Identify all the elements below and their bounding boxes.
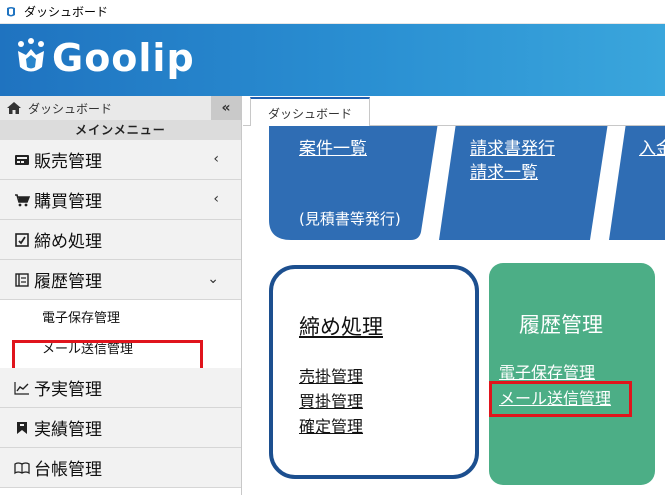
closing-card-title[interactable]: 締め処理 <box>299 311 383 341</box>
sidebar-item-label: 履歴管理 <box>34 272 102 292</box>
register-icon <box>15 154 29 165</box>
app-icon <box>7 6 15 16</box>
sidebar-item-label: 実績管理 <box>34 420 102 440</box>
chevron-left-icon: ‹ <box>213 151 219 167</box>
chevron-down-icon: ⌄ <box>207 271 219 287</box>
chevron-left-icon: ‹ <box>213 191 219 207</box>
sidebar-subitem-e-storage[interactable]: 電子保存管理 <box>0 300 241 332</box>
window-titlebar: ダッシュボード <box>0 0 665 24</box>
cart-icon <box>15 193 30 206</box>
sidebar-item-label: 台帳管理 <box>34 460 102 480</box>
window-title: ダッシュボード <box>24 5 109 19</box>
highlight-box <box>489 381 632 417</box>
logo-text: Goolip <box>52 36 195 80</box>
sidebar-item-sales[interactable]: 販売管理 ‹ <box>0 140 241 180</box>
highlight-box <box>12 340 203 371</box>
sidebar-item-history[interactable]: 履歴管理 ⌄ <box>0 260 241 300</box>
quick-nav-tiles: 案件一覧 (見積書等発行) 請求書発行 請求一覧 入金 <box>269 126 665 250</box>
history-card-title: 履歴管理 <box>519 313 603 337</box>
link-payment[interactable]: 入金 <box>639 134 665 159</box>
sidebar-item-label: 締め処理 <box>34 232 102 252</box>
tab-bar: ダッシュボード <box>243 96 665 127</box>
history-card: 履歴管理 電子保存管理 メール送信管理 <box>489 263 655 485</box>
ledger-icon <box>15 272 29 287</box>
link-payables[interactable]: 買掛管理 <box>299 388 363 412</box>
link-receivables[interactable]: 売掛管理 <box>299 363 363 387</box>
sidebar: ダッシュボード « メインメニュー 販売管理 ‹ 購買管理 ‹ 締め処理 履歴管… <box>0 96 242 495</box>
link-invoice-issue[interactable]: 請求書発行 <box>470 134 555 159</box>
line-chart-icon <box>14 381 29 395</box>
logo[interactable]: Goolip <box>14 38 195 78</box>
sidebar-item-budget[interactable]: 予実管理 <box>0 368 241 408</box>
breadcrumb[interactable]: ダッシュボード « <box>0 96 241 120</box>
app-header: Goolip <box>0 24 665 96</box>
sidebar-subitem-label: 電子保存管理 <box>42 310 121 326</box>
bookmark-icon <box>17 421 27 434</box>
checkbox-icon <box>15 232 29 247</box>
sidebar-item-ledger[interactable]: 台帳管理 <box>0 448 241 488</box>
closing-card: 締め処理 売掛管理 買掛管理 確定管理 <box>269 265 479 479</box>
tulip-logo-icon <box>18 38 44 72</box>
tab-dashboard[interactable]: ダッシュボード <box>250 97 370 127</box>
sidebar-item-closing[interactable]: 締め処理 <box>0 220 241 260</box>
collapse-sidebar-button[interactable]: « <box>211 96 241 120</box>
sidebar-item-results[interactable]: 実績管理 <box>0 408 241 448</box>
link-e-storage[interactable]: 電子保存管理 <box>499 359 595 383</box>
sidebar-item-label: 販売管理 <box>34 152 102 172</box>
dashboard-content: 案件一覧 (見積書等発行) 請求書発行 請求一覧 入金 締め処理 売掛管理 買掛… <box>243 126 665 495</box>
sidebar-item-label: 購買管理 <box>34 192 102 212</box>
main-menu-title: メインメニュー <box>0 120 241 140</box>
book-icon <box>14 461 30 474</box>
link-project-list[interactable]: 案件一覧 <box>299 134 367 159</box>
sidebar-item-label: 予実管理 <box>34 380 102 400</box>
link-invoice-list[interactable]: 請求一覧 <box>470 158 538 183</box>
link-confirmation[interactable]: 確定管理 <box>299 413 363 437</box>
home-icon <box>7 102 21 114</box>
project-list-note: (見積書等発行) <box>299 210 401 228</box>
breadcrumb-label: ダッシュボード <box>28 101 113 116</box>
sidebar-item-purchasing[interactable]: 購買管理 ‹ <box>0 180 241 220</box>
